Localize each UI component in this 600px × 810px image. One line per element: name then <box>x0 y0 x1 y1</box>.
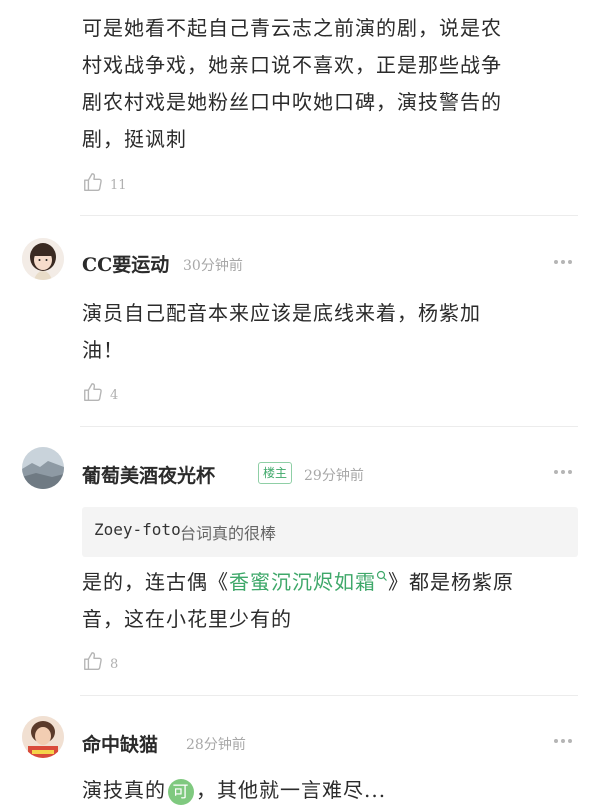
comment-text: 演员自己配音本来应该是底线来着，杨紫加 油！ <box>82 301 481 362</box>
like-button[interactable]: 11 <box>82 170 127 194</box>
comment-item: 可是她看不起自己青云志之前演的剧，说是农 村戏战争戏，她亲口说不喜欢，正是那些战… <box>0 0 600 216</box>
like-button[interactable]: 4 <box>82 380 118 404</box>
quoted-reply[interactable]: Zoey-foto 台词真的很棒 <box>82 507 578 557</box>
comment-text: 可是她看不起自己青云志之前演的剧，说是农 村戏战争戏，她亲口说不喜欢，正是那些战… <box>82 16 502 151</box>
comment-item: 命中缺猫 28分钟前 演技真的可，其他就一言难尽... <box>0 696 600 810</box>
timestamp: 30分钟前 <box>183 258 243 274</box>
timestamp: 29分钟前 <box>304 468 364 484</box>
quoted-text: 台词真的很棒 <box>180 524 277 543</box>
comment-text: 是的，连古偶《香蜜沉沉烬如霜 》都是杨紫原 音，这在小花里少有的 <box>82 570 514 631</box>
thumbs-up-icon <box>84 383 102 401</box>
avatar[interactable] <box>22 716 64 758</box>
quoted-username: Zoey-foto <box>94 520 181 539</box>
avatar-landscape-icon <box>22 447 64 489</box>
like-count: 11 <box>110 177 127 193</box>
username[interactable]: 命中缺猫 <box>82 730 158 757</box>
more-options-icon[interactable] <box>554 260 578 266</box>
thumbs-up-icon <box>84 652 102 670</box>
search-icon <box>376 570 387 581</box>
avatar[interactable] <box>22 238 64 280</box>
like-count: 4 <box>110 387 119 403</box>
avatar[interactable] <box>22 447 64 489</box>
like-button[interactable]: 8 <box>82 649 118 673</box>
comment-item: CC要运动 30分钟前 演员自己配音本来应该是底线来着，杨紫加 油！ 4 <box>0 216 600 426</box>
op-badge: 楼主 <box>258 462 293 484</box>
avatar-girl-icon <box>22 238 64 280</box>
like-count: 8 <box>110 656 119 672</box>
avatar-child-icon <box>22 716 64 758</box>
more-options-icon[interactable] <box>554 739 578 745</box>
emoji-icon: 可 <box>168 778 194 805</box>
more-options-icon[interactable] <box>554 470 578 476</box>
timestamp: 28分钟前 <box>186 737 246 753</box>
username[interactable]: CC要运动 <box>82 250 169 277</box>
comment-text: 演技真的可，其他就一言难尽... <box>82 772 582 809</box>
username[interactable]: 葡萄美酒夜光杯 <box>82 461 215 488</box>
drama-link[interactable]: 香蜜沉沉烬如霜 <box>229 570 388 594</box>
comment-item: 葡萄美酒夜光杯 楼主 29分钟前 Zoey-foto 台词真的很棒 是的，连古偶… <box>0 427 600 695</box>
thumbs-up-icon <box>84 173 102 191</box>
